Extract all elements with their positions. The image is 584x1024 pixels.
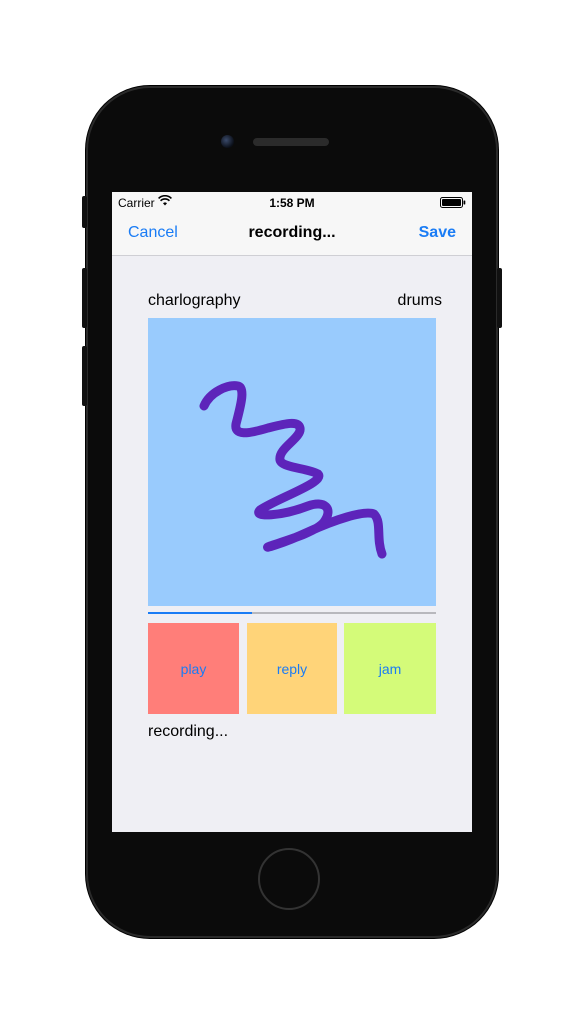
playback-progress — [148, 612, 436, 614]
mute-switch — [82, 196, 87, 228]
reply-button[interactable]: reply — [247, 623, 337, 714]
volume-up-button — [82, 268, 87, 328]
save-button[interactable]: Save — [419, 224, 456, 242]
reply-button-label: reply — [276, 660, 308, 677]
power-button — [497, 268, 502, 328]
jam-button[interactable]: jam — [344, 623, 436, 714]
drawing-canvas[interactable] — [148, 318, 436, 606]
home-button[interactable] — [258, 848, 320, 910]
play-button-label: play — [180, 660, 207, 677]
recording-status-text: recording... — [148, 723, 229, 740]
recording-name-label: charlography — [148, 292, 241, 309]
status-bar: Carrier 1:58 PM — [112, 192, 472, 212]
front-camera — [221, 135, 234, 148]
navigation-bar: Cancel recording... Save — [112, 212, 472, 256]
instrument-label: drums — [397, 292, 442, 309]
drawing-stroke — [199, 381, 387, 559]
battery-icon — [440, 197, 466, 211]
drawing-stroke-svg — [199, 381, 387, 559]
play-button[interactable]: play — [148, 623, 239, 714]
jam-button-label: jam — [378, 660, 402, 677]
earpiece-speaker — [253, 138, 329, 146]
status-time: 1:58 PM — [269, 196, 315, 210]
playback-progress-fill — [148, 612, 252, 614]
app-screen: Carrier 1:58 PM Cancel recording... Save… — [112, 192, 472, 832]
volume-down-button — [82, 346, 87, 406]
